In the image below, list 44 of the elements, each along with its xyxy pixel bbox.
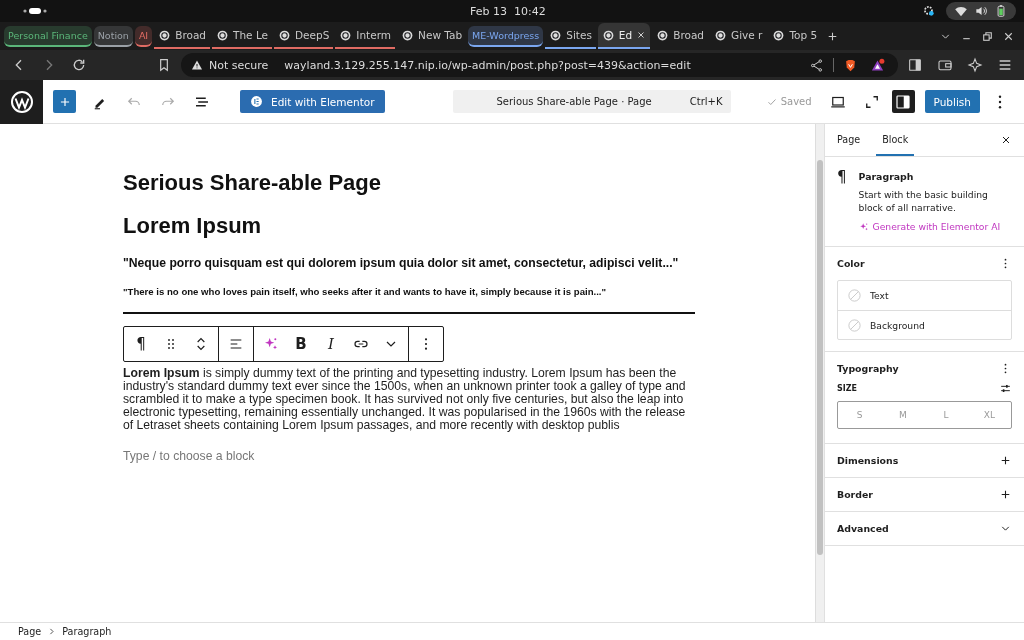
url-text: wayland.3.129.255.147.nip.io/wp-admin/post.php?post=439&action=edit [284,58,691,72]
sidebar-tab[interactable]: Block [876,124,915,156]
tab-group-chip[interactable]: AI [134,25,153,47]
panel-title[interactable]: Advanced [837,523,889,534]
panel-title[interactable]: Dimensions [837,455,899,466]
browser-tab[interactable]: Give r [710,23,767,49]
browser-tab[interactable]: Ed [597,23,651,49]
bold-button[interactable]: B [290,333,312,355]
breadcrumb-item[interactable]: Page [18,626,42,637]
italic-button[interactable]: I [320,333,342,355]
sidebar-tab[interactable]: Page [831,124,867,156]
address-field[interactable]: Not secure wayland.3.129.255.147.nip.io/wp-admin/post.php?post=439&action=edit [181,53,898,77]
block-placeholder[interactable]: Type / to choose a block [123,449,695,463]
page-title[interactable]: Serious Share-able Page [123,170,695,196]
heading[interactable]: Lorem Ipsum [123,213,695,239]
edit-with-elementor-button[interactable]: Edit with Elementor [240,90,385,113]
size-label: SIZE [837,383,857,393]
block-name: Paragraph [858,171,915,182]
paragraph[interactable]: "Neque porro quisquam est qui dolorem ipsum quia dolor sit amet, consectetur, adipisci velit..." [123,256,695,270]
saved-status: Saved [765,95,812,108]
publish-button[interactable]: Publish [924,90,980,113]
block-icon: ¶ [837,169,847,232]
color-option[interactable]: Text [838,281,1011,310]
panel-title[interactable]: Color [837,258,865,269]
document-title: Serious Share-able Page · Page [495,96,653,107]
clock: Feb 13 10:42 [470,4,546,18]
browser-tab[interactable]: Top 5 [768,23,822,49]
browser-tab[interactable]: New Tab [397,23,467,49]
color-option[interactable]: Background [838,310,1011,339]
paragraph[interactable]: "There is no one who loves pain itself, who seeks after it and wants to have it, simply because it is pain..." [123,286,695,297]
command-bar[interactable]: Serious Share-able Page · Page Ctrl+K [452,90,731,113]
breadcrumb-item[interactable]: Paragraph [62,626,112,637]
panel-title[interactable]: Border [837,489,873,500]
tab-group-chip[interactable]: Notion [93,25,133,47]
tab-group-chip[interactable]: Personal Finance [4,25,92,47]
browser-tab[interactable]: Broad [652,23,708,49]
paragraph[interactable]: Lorem Ipsum is simply dummy text of the printing and typesetting industry. Lorem Ipsum has been the industry's standard dummy text ever since the 1500s, when an unknown printer took a galley of type and scrambled it to make a type specimen book. It has survived not only five centuries, but also the leap into electronic typesetting, remaining essentially unchanged. It was popularised in the 1960s with the release of Letraset sheets containing Lorem Ipsum passages, and more recently with desktop publis [123,367,695,432]
block-description: Start with the basic building block of all narrative. [858,188,989,214]
generate-ai-link[interactable]: Generate with Elementor AI [858,221,1012,232]
panel-title[interactable]: Typography [837,363,899,374]
security-label[interactable]: Not secure [209,58,269,72]
shortcut-hint: Ctrl+K [689,96,723,107]
block-type-button[interactable]: ¶ [130,333,152,355]
tab-group-chip[interactable]: ME-Wordpress [468,25,544,47]
